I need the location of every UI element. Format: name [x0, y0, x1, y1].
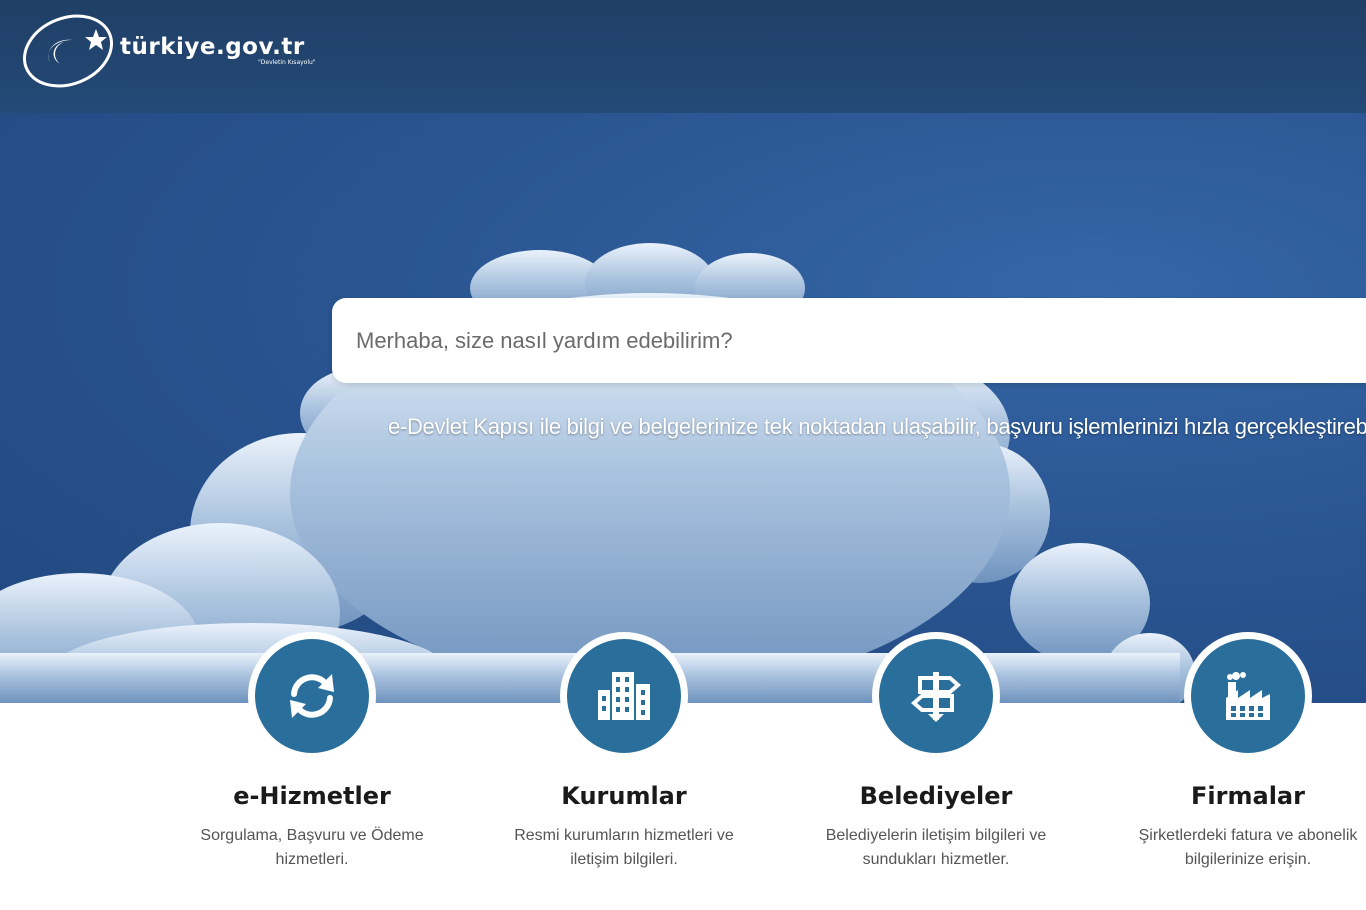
e-hizmetler-button[interactable]	[248, 632, 376, 760]
belediyeler-button[interactable]	[872, 632, 1000, 760]
card-title[interactable]: Kurumlar	[464, 782, 784, 810]
card-title[interactable]: Firmalar	[1088, 782, 1366, 810]
cloud-illustration	[0, 243, 1195, 703]
firmalar-button[interactable]	[1184, 632, 1312, 760]
card-description: Şirketlerdeki fatura ve abonelik bilgile…	[1138, 827, 1358, 868]
category-card-belediyeler[interactable]: Belediyeler Belediyelerin iletişim bilgi…	[776, 632, 1096, 882]
refresh-icon	[290, 674, 334, 718]
logo-tagline: "Devletin Kısayolu"	[258, 59, 316, 66]
search-input[interactable]	[332, 298, 1366, 383]
crescent-star-icon	[22, 14, 114, 88]
logo-wordmark: türkiye.gov.tr	[120, 34, 305, 60]
card-description: Belediyelerin iletişim bilgileri ve sund…	[825, 827, 1047, 868]
hero-banner: e-Devlet Kapısı ile bilgi ve belgelerini…	[0, 113, 1366, 703]
site-header: türkiye.gov.tr "Devletin Kısayolu"	[0, 0, 1366, 113]
turkiye-gov-logo[interactable]: türkiye.gov.tr "Devletin Kısayolu"	[20, 12, 340, 92]
kurumlar-button[interactable]	[560, 632, 688, 760]
category-card-kurumlar[interactable]: Kurumlar Resmi kurumların hizmetleri ve …	[464, 632, 784, 882]
signpost-icon	[910, 672, 962, 722]
card-title[interactable]: e-Hizmetler	[152, 782, 472, 810]
factory-icon	[1226, 672, 1270, 720]
category-card-firmalar[interactable]: Firmalar Şirketlerdeki fatura ve aboneli…	[1088, 632, 1366, 882]
building-icon	[598, 672, 650, 720]
category-card-e-hizmetler[interactable]: e-Hizmetler Sorgulama, Başvuru ve Ödeme …	[152, 632, 472, 882]
card-description: Sorgulama, Başvuru ve Ödeme hizmetleri.	[200, 827, 424, 868]
card-description: Resmi kurumların hizmetleri ve iletişim …	[514, 827, 734, 868]
card-title[interactable]: Belediyeler	[776, 782, 1096, 810]
hero-subtitle: e-Devlet Kapısı ile bilgi ve belgelerini…	[388, 414, 1366, 439]
